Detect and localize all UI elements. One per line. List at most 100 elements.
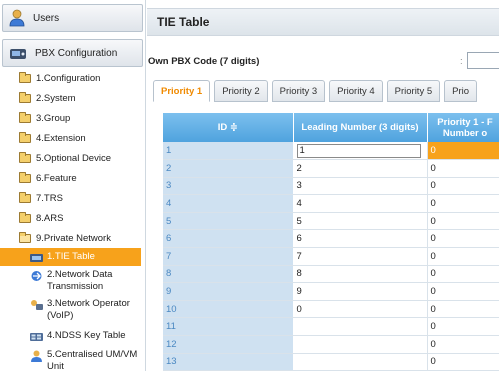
- tree-item-configuration[interactable]: 1.Configuration: [0, 68, 145, 88]
- table-row[interactable]: 440: [163, 194, 499, 213]
- sidebar-item-label: 3.Network Operator (VoIP): [47, 298, 130, 321]
- tree-item-label: 6.Feature: [36, 172, 77, 184]
- row-id: 13: [163, 353, 294, 371]
- row-id: 11: [163, 317, 294, 337]
- tab-priority-2[interactable]: Priority 2: [214, 80, 268, 102]
- leading-number-cell[interactable]: 3: [293, 177, 428, 196]
- column-header-id[interactable]: ID ≑: [163, 113, 294, 142]
- priority-cell[interactable]: 0: [427, 159, 499, 178]
- sidebar-item-tie-table[interactable]: 1.TIE Table: [0, 248, 141, 266]
- tab-priority-1[interactable]: Priority 1: [153, 80, 211, 102]
- table-row[interactable]: 12 0: [163, 335, 499, 354]
- table-row[interactable]: 10 0 0: [163, 300, 499, 319]
- table-row[interactable]: 330: [163, 177, 499, 196]
- tree-item-label: 5.Optional Device: [36, 152, 111, 164]
- page-title: TIE Table: [157, 15, 210, 29]
- folder-icon: [19, 191, 31, 203]
- priority-cell[interactable]: 0: [427, 265, 499, 284]
- priority-cell[interactable]: 0: [427, 142, 499, 161]
- table-row[interactable]: 660: [163, 229, 499, 249]
- row-id: 12: [163, 335, 294, 354]
- folder-icon: [19, 151, 31, 163]
- row-id: 3: [163, 177, 294, 196]
- sidebar-item-label: 1.TIE Table: [47, 251, 95, 262]
- table-row[interactable]: 13 0: [163, 353, 499, 371]
- network-table-icon: [30, 253, 43, 262]
- priority-cell[interactable]: 0: [427, 177, 499, 196]
- sidebar-item-label: 5.Centralised UM/VM Unit: [47, 349, 138, 371]
- tree-item-label: 7.TRS: [36, 192, 63, 204]
- leading-number-cell[interactable]: 6: [293, 229, 428, 249]
- tree-item-ars[interactable]: 8.ARS: [0, 208, 145, 228]
- leading-number-cell[interactable]: 4: [293, 194, 428, 213]
- main-panel: TIE Table Own PBX Code (7 digits) : Prio…: [147, 0, 499, 371]
- folder-icon: [19, 71, 31, 83]
- tab-priority-5[interactable]: Priority 5: [386, 80, 441, 102]
- pbx-icon: [10, 49, 26, 59]
- leading-number-input[interactable]: 1: [296, 143, 421, 158]
- users-header[interactable]: Users: [2, 4, 143, 32]
- leading-number-cell[interactable]: 7: [293, 247, 428, 266]
- column-header-leading-number: Leading Number (3 digits): [293, 113, 428, 142]
- own-pbx-code-input[interactable]: [467, 52, 499, 69]
- pbx-configuration-header[interactable]: PBX Configuration: [2, 39, 143, 67]
- sidebar-item-label: 2.Network Data Transmission: [47, 269, 113, 292]
- tab-priority-6[interactable]: Prio: [444, 80, 478, 102]
- priority-cell[interactable]: 0: [427, 229, 499, 249]
- tree-item-trs[interactable]: 7.TRS: [0, 188, 145, 208]
- tab-priority-3[interactable]: Priority 3: [271, 80, 326, 102]
- table-row[interactable]: 550: [163, 212, 499, 231]
- table-row[interactable]: 11 0: [163, 317, 499, 337]
- table-row[interactable]: 220: [163, 159, 499, 178]
- priority-tabs: Priority 1 Priority 2 Priority 3 Priorit…: [153, 80, 481, 102]
- navigation-tree: 1.Configuration 2.System 3.Group 4.Exten…: [0, 68, 145, 371]
- user-icon: [9, 9, 25, 27]
- tree-item-system[interactable]: 2.System: [0, 88, 145, 108]
- key-table-icon: [30, 332, 43, 341]
- leading-number-cell[interactable]: 0: [293, 300, 428, 319]
- leading-number-cell[interactable]: 5: [293, 212, 428, 231]
- sidebar-item-label: 4.NDSS Key Table: [47, 330, 126, 341]
- leading-number-cell[interactable]: 1: [293, 142, 428, 161]
- sidebar-item-centralised-um-vm-unit[interactable]: 5.Centralised UM/VM Unit: [0, 346, 145, 371]
- table-header-row: ID ≑ Leading Number (3 digits) Priority …: [163, 113, 499, 142]
- leading-number-cell[interactable]: [293, 317, 428, 337]
- sidebar-item-network-operator-voip[interactable]: 3.Network Operator (VoIP): [0, 296, 145, 326]
- tree-item-label: 3.Group: [36, 112, 71, 124]
- row-id: 4: [163, 194, 294, 213]
- network-operator-icon: [31, 300, 43, 310]
- sidebar-item-ndss-key-table[interactable]: 4.NDSS Key Table: [0, 326, 145, 346]
- tie-table: ID ≑ Leading Number (3 digits) Priority …: [163, 113, 499, 371]
- sidebar-item-network-data-transmission[interactable]: 2.Network Data Transmission: [0, 266, 145, 296]
- leading-number-cell[interactable]: 8: [293, 265, 428, 284]
- leading-number-cell[interactable]: [293, 335, 428, 354]
- table-row[interactable]: 110: [163, 142, 499, 161]
- table-row[interactable]: 880: [163, 265, 499, 284]
- priority-cell[interactable]: 0: [427, 247, 499, 266]
- priority-cell[interactable]: 0: [427, 317, 499, 337]
- leading-number-cell[interactable]: 2: [293, 159, 428, 178]
- tree-item-extension[interactable]: 4.Extension: [0, 128, 145, 148]
- own-pbx-code-label: Own PBX Code (7 digits): [148, 56, 260, 67]
- row-id: 5: [163, 212, 294, 231]
- column-header-priority-line2: Number o: [442, 127, 488, 139]
- leading-number-cell[interactable]: [293, 353, 428, 371]
- priority-cell[interactable]: 0: [427, 353, 499, 371]
- tree-item-group[interactable]: 3.Group: [0, 108, 145, 128]
- priority-cell[interactable]: 0: [427, 335, 499, 354]
- tree-item-feature[interactable]: 6.Feature: [0, 168, 145, 188]
- priority-cell[interactable]: 0: [427, 282, 499, 301]
- table-row[interactable]: 990: [163, 282, 499, 301]
- priority-cell[interactable]: 0: [427, 194, 499, 213]
- row-id: 10: [163, 300, 294, 319]
- tree-item-private-network[interactable]: 9.Private Network: [0, 228, 145, 248]
- priority-cell[interactable]: 0: [427, 300, 499, 319]
- row-id: 1: [163, 142, 294, 161]
- tree-item-label: 8.ARS: [36, 212, 64, 224]
- leading-number-cell[interactable]: 9: [293, 282, 428, 301]
- table-row[interactable]: 770: [163, 247, 499, 266]
- tab-priority-4[interactable]: Priority 4: [329, 80, 383, 102]
- tree-item-optional-device[interactable]: 5.Optional Device: [0, 148, 145, 168]
- open-folder-icon: [19, 231, 31, 243]
- priority-cell[interactable]: 0: [427, 212, 499, 231]
